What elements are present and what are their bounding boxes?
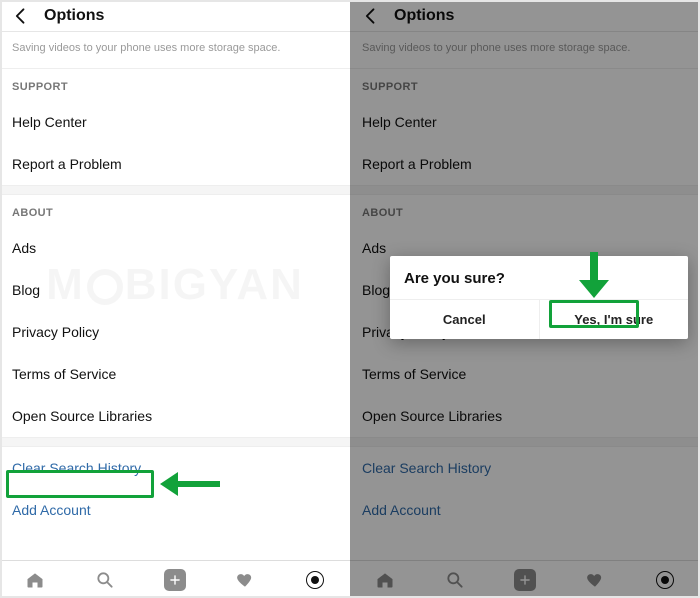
home-icon[interactable]	[24, 569, 46, 591]
heart-icon[interactable]	[234, 569, 256, 591]
section-separator	[0, 437, 350, 447]
right-pane: Options Saving videos to your phone uses…	[350, 0, 700, 598]
item-clear-search-history[interactable]: Clear Search History	[0, 447, 350, 489]
dialog-title: Are you sure?	[390, 256, 688, 300]
item-ads[interactable]: Ads	[0, 227, 350, 269]
dialog-cancel-button[interactable]: Cancel	[390, 300, 539, 339]
item-add-account[interactable]: Add Account	[0, 489, 350, 531]
dialog-confirm-button[interactable]: Yes, I'm sure	[539, 300, 689, 339]
section-separator	[0, 185, 350, 195]
back-arrow-icon[interactable]	[10, 5, 32, 27]
left-pane: Options Saving videos to your phone uses…	[0, 0, 350, 598]
item-help-center[interactable]: Help Center	[0, 101, 350, 143]
confirm-dialog: Are you sure? Cancel Yes, I'm sure	[390, 256, 688, 339]
search-icon[interactable]	[94, 569, 116, 591]
bottom-navbar	[0, 560, 350, 598]
item-oss[interactable]: Open Source Libraries	[0, 395, 350, 437]
topbar: Options	[0, 0, 350, 32]
item-report-problem[interactable]: Report a Problem	[0, 143, 350, 185]
item-privacy[interactable]: Privacy Policy	[0, 311, 350, 353]
section-header-about: ABOUT	[0, 195, 350, 227]
page-title: Options	[44, 7, 104, 25]
item-blog[interactable]: Blog	[0, 269, 350, 311]
storage-hint: Saving videos to your phone uses more st…	[0, 32, 350, 69]
profile-icon[interactable]	[304, 569, 326, 591]
create-icon[interactable]	[164, 569, 186, 591]
section-header-support: SUPPORT	[0, 69, 350, 101]
item-terms[interactable]: Terms of Service	[0, 353, 350, 395]
